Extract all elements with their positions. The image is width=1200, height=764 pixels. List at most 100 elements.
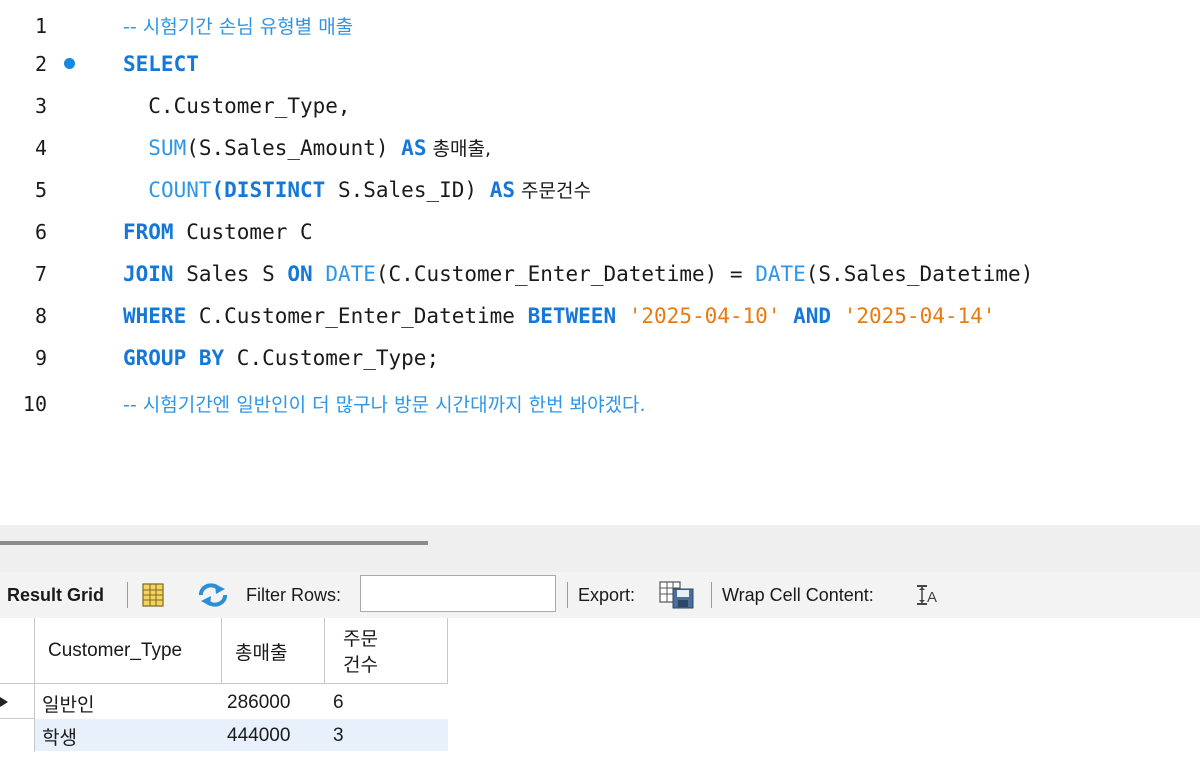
cell-customer-type[interactable]: 일반인 [42, 690, 94, 717]
line-number: 8 [34, 304, 47, 328]
line-number: 2 [34, 52, 47, 76]
result-toolbar: Result Grid Filter Rows: Export: Wrap Ce… [0, 572, 1200, 618]
editor-line-4[interactable]: 4 SUM(S.Sales_Amount) AS 총매출, [0, 127, 1200, 169]
editor-line-5[interactable]: 5 COUNT(DISTINCT S.Sales_ID) AS 주문건수 [0, 169, 1200, 211]
line-number: 9 [34, 346, 47, 370]
line-number: 1 [34, 14, 47, 38]
wrap-icon-letter: A [927, 589, 937, 606]
table-cell[interactable]: 444000 [222, 719, 325, 751]
filter-rows-input[interactable] [360, 575, 556, 612]
sql-keyword: (DISTINCT [211, 178, 326, 202]
line-number: 5 [34, 178, 47, 202]
line-number: 7 [34, 262, 47, 286]
line-number: 4 [34, 136, 47, 160]
code-text[interactable]: -- 시험기간 손님 유형별 매출 [123, 5, 353, 48]
table-cell[interactable]: 6 [325, 685, 448, 719]
sql-string: '2025-04-10' [616, 304, 781, 328]
sql-comment: -- 시험기간엔 일반인이 더 많구나 방문 시간대까지 한번 봐야겠다. [123, 394, 646, 416]
toolbar-divider [567, 582, 568, 608]
result-grid[interactable]: Customer_Type 총매출 주문 건수 일반인 286000 6 학생 … [0, 618, 1200, 764]
sql-keyword: AS [489, 178, 515, 202]
column-header-order-count[interactable]: 주문 건수 [325, 618, 448, 684]
sql-keyword: BETWEEN [527, 304, 617, 328]
table-cell[interactable]: 286000 [222, 685, 325, 719]
editor-line-1[interactable]: 1 -- 시험기간 손님 유형별 매출 [0, 5, 1200, 47]
sql-keyword: GROUP BY [123, 346, 225, 370]
toolbar-divider [711, 582, 712, 608]
sql-editor[interactable]: 1 -- 시험기간 손님 유형별 매출 2 SELECT 3 C.Custome… [0, 0, 1200, 525]
toolbar-divider [127, 582, 128, 608]
result-grid-label[interactable]: Result Grid [7, 572, 104, 618]
code-text[interactable]: SUM(S.Sales_Amount) AS 총매출, [123, 127, 491, 170]
table-row[interactable]: 학생 [35, 719, 222, 751]
column-header-label: 총매출 [235, 642, 288, 664]
sql-identifier: (S.Sales_Datetime) [805, 262, 1034, 286]
editor-line-6[interactable]: 6 FROM Customer C [0, 211, 1200, 253]
cell-total-sales[interactable]: 286000 [227, 692, 290, 714]
sql-alias: 주문건수 [514, 180, 591, 202]
sql-keyword: AND [780, 304, 832, 328]
line-number: 3 [34, 94, 47, 118]
line-number: 10 [22, 392, 47, 416]
sql-identifier: C.Customer_Enter_Datetime [186, 304, 528, 328]
sql-identifier: (S.Sales_Amount) [186, 136, 402, 160]
cell-customer-type[interactable]: 학생 [42, 723, 77, 750]
editor-line-9[interactable]: 9 GROUP BY C.Customer_Type; [0, 337, 1200, 379]
table-row[interactable]: 일반인 [35, 685, 222, 719]
sql-function: SUM [148, 136, 187, 160]
filter-rows-label: Filter Rows: [246, 585, 342, 605]
cell-order-count[interactable]: 6 [333, 692, 344, 714]
cell-total-sales[interactable]: 444000 [227, 725, 290, 747]
result-grid-icon[interactable] [142, 583, 166, 607]
editor-line-3[interactable]: 3 C.Customer_Type, [0, 85, 1200, 127]
editor-line-8[interactable]: 8 WHERE C.Customer_Enter_Datetime BETWEE… [0, 295, 1200, 337]
column-header-total-sales[interactable]: 총매출 [222, 618, 325, 684]
sql-comment: -- 시험기간 손님 유형별 매출 [123, 16, 354, 38]
export-icon[interactable] [659, 581, 697, 609]
breakpoint-dot-icon[interactable] [64, 58, 75, 69]
sql-keyword: WHERE [123, 304, 187, 328]
sql-identifier: Customer C [173, 220, 313, 244]
sql-function: DATE [755, 262, 806, 286]
wrap-cell-icon[interactable]: A [915, 584, 939, 606]
sql-function: COUNT [148, 178, 212, 202]
sql-string: '2025-04-14' [831, 304, 996, 328]
sql-keyword: JOIN [123, 262, 174, 286]
sql-identifier: C.Customer_Type; [224, 346, 440, 370]
panel-splitter[interactable] [0, 541, 428, 545]
grid-corner-cell [0, 618, 35, 684]
refresh-icon[interactable] [197, 583, 229, 607]
row-header-divider [0, 718, 35, 719]
sql-keyword: FROM [123, 220, 174, 244]
editor-line-2[interactable]: 2 SELECT [0, 43, 1200, 85]
code-text[interactable]: GROUP BY C.Customer_Type; [123, 337, 439, 379]
wrap-cell-label: Wrap Cell Content: [722, 585, 874, 605]
current-row-arrow-icon [0, 697, 8, 707]
line-number: 6 [34, 220, 47, 244]
code-text[interactable]: SELECT [123, 43, 199, 85]
cell-order-count[interactable]: 3 [333, 725, 344, 747]
code-text[interactable]: FROM Customer C [123, 211, 313, 253]
sql-identifier: (C.Customer_Enter_Datetime) = [375, 262, 756, 286]
code-text[interactable]: COUNT(DISTINCT S.Sales_ID) AS 주문건수 [123, 169, 591, 212]
column-header-label-line1: 주문 [343, 628, 378, 650]
code-text[interactable]: WHERE C.Customer_Enter_Datetime BETWEEN … [123, 295, 995, 337]
sql-function: DATE [312, 262, 376, 286]
sql-identifier: C.Customer_Type, [123, 94, 351, 118]
code-text[interactable]: -- 시험기간엔 일반인이 더 많구나 방문 시간대까지 한번 봐야겠다. [123, 383, 646, 426]
column-header-label-line2: 건수 [343, 654, 378, 676]
sql-identifier: Sales S [173, 262, 288, 286]
sql-keyword: ON [287, 262, 313, 286]
code-text[interactable]: JOIN Sales S ON DATE(C.Customer_Enter_Da… [123, 253, 1033, 295]
sql-identifier: S.Sales_ID) [325, 178, 490, 202]
editor-line-10[interactable]: 10 -- 시험기간엔 일반인이 더 많구나 방문 시간대까지 한번 봐야겠다. [0, 383, 1200, 425]
code-text[interactable]: C.Customer_Type, [123, 85, 351, 127]
sql-keyword: SELECT [123, 52, 199, 76]
export-label: Export: [578, 585, 636, 605]
column-header-customer-type[interactable]: Customer_Type [35, 618, 222, 684]
sql-keyword: AS [401, 136, 427, 160]
column-header-label: Customer_Type [48, 640, 183, 661]
sql-alias: 총매출, [426, 138, 492, 160]
editor-line-7[interactable]: 7 JOIN Sales S ON DATE(C.Customer_Enter_… [0, 253, 1200, 295]
table-cell[interactable]: 3 [325, 719, 448, 751]
